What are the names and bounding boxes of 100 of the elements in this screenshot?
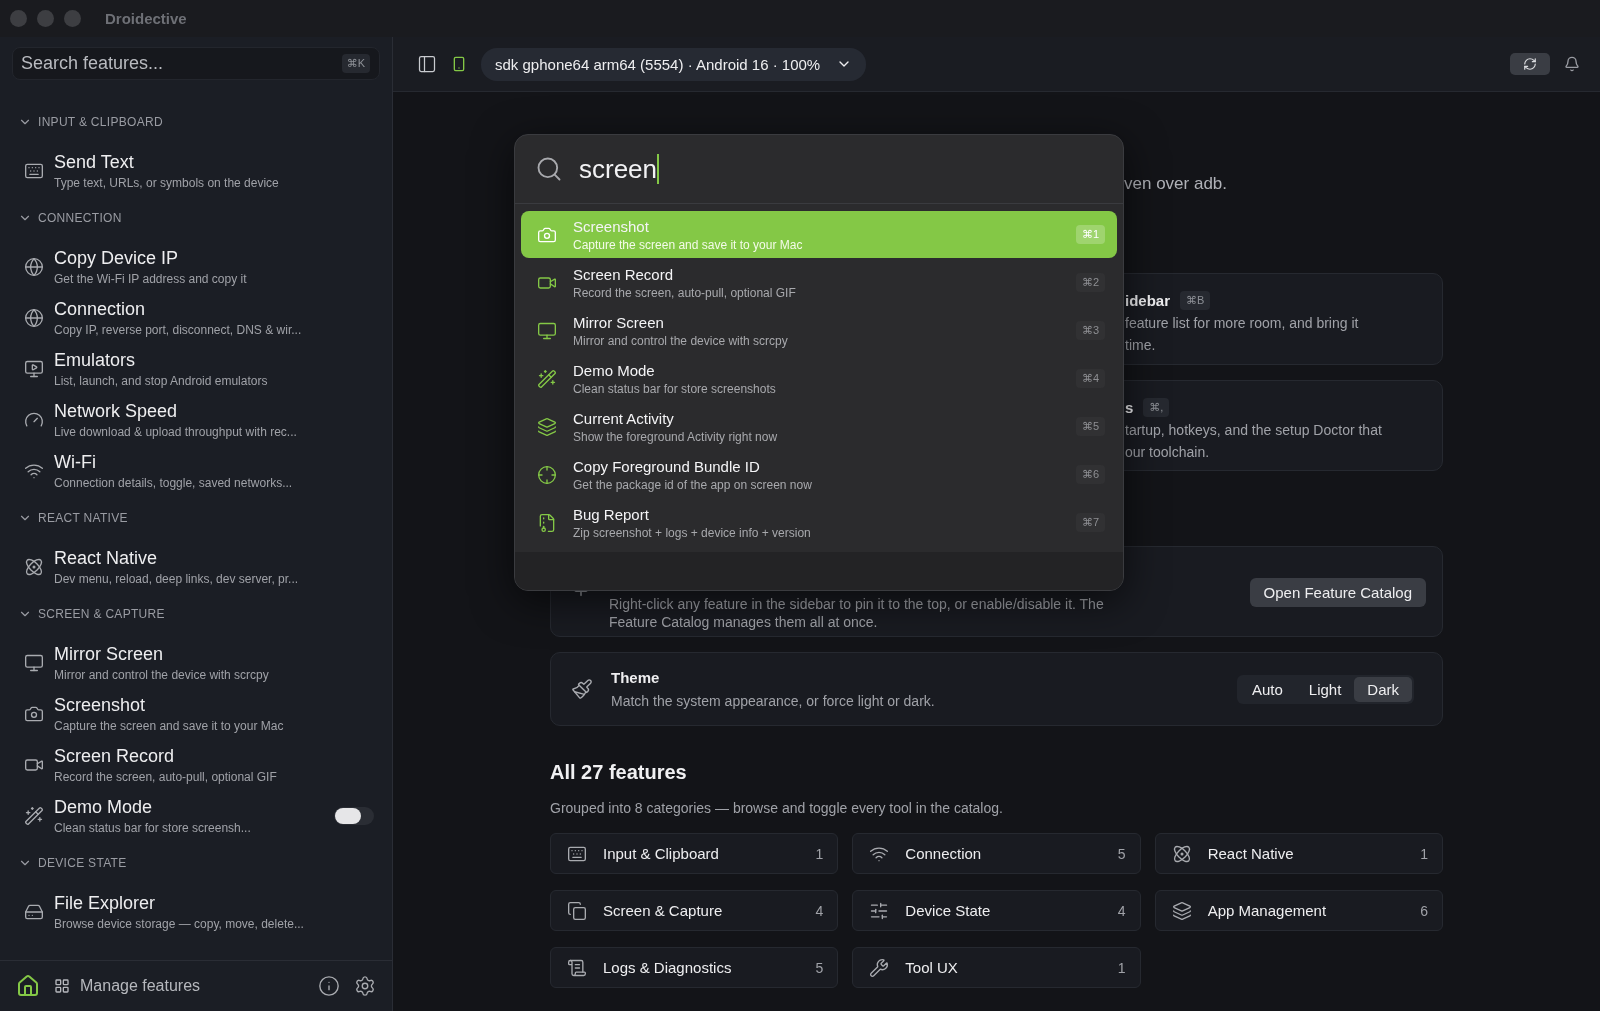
category-card[interactable]: Logs & Diagnostics 5 xyxy=(550,947,839,988)
result-title: Screen Record xyxy=(573,265,675,284)
sidebar-item[interactable]: Copy Device IP Get the Wi-Fi IP address and copy it xyxy=(0,241,392,292)
layers-icon xyxy=(537,416,557,437)
item-description: Browse device storage — copy, move, delete... xyxy=(54,915,305,932)
keyboard-shortcut: ⌘7 xyxy=(1075,513,1105,532)
section-title: DEVICE STATE xyxy=(38,856,127,870)
magic-wand-icon xyxy=(537,368,557,389)
result-title: Bug Report xyxy=(573,505,650,524)
palette-result[interactable]: Copy Foreground Bundle ID Get the package id of the app on screen now ⌘6 xyxy=(521,451,1117,498)
magic-wand-icon xyxy=(24,805,44,826)
category-name: Input & Clipboard xyxy=(603,845,720,862)
palette-result[interactable]: Bug Report Zip screenshot + logs + device info + version ⌘7 xyxy=(521,499,1117,546)
item-title: Demo Mode xyxy=(54,795,154,818)
item-description: Dev menu, reload, deep links, dev server, pr... xyxy=(54,570,300,587)
category-card[interactable]: Tool UX 1 xyxy=(852,947,1141,988)
section-header[interactable]: DEVICE STATE xyxy=(0,851,392,875)
category-card[interactable]: App Management 6 xyxy=(1154,890,1443,931)
card-text: Feature Catalog manages them all at once. xyxy=(609,613,879,631)
monitor-icon xyxy=(537,320,557,341)
keyboard-shortcut: ⌘4 xyxy=(1075,369,1105,388)
item-title: Mirror Screen xyxy=(54,642,165,665)
category-name: Connection xyxy=(905,845,983,862)
sidebar-item[interactable]: Network Speed Live download & upload throughput with rec... xyxy=(0,394,392,445)
tip-title: s xyxy=(1125,398,1134,416)
category-count: 6 xyxy=(1420,902,1428,919)
section-header[interactable]: CONNECTION xyxy=(0,206,392,230)
sidebar-item[interactable]: Screen Record Record the screen, auto-pull, optional GIF xyxy=(0,739,392,790)
globe-icon xyxy=(24,256,44,277)
item-title: React Native xyxy=(54,546,159,569)
sidebar-item[interactable]: Send Text Type text, URLs, or symbols on the device xyxy=(0,145,392,196)
home-icon[interactable] xyxy=(16,974,40,998)
section-header[interactable]: SCREEN & CAPTURE xyxy=(0,602,392,626)
settings-icon[interactable] xyxy=(354,975,376,997)
sidebar-toggle-icon[interactable] xyxy=(417,54,437,74)
atom-icon xyxy=(1171,843,1192,864)
section-title: REACT NATIVE xyxy=(38,511,128,525)
item-title: Emulators xyxy=(54,348,137,371)
refresh-button[interactable] xyxy=(1510,53,1550,75)
sidebar-item[interactable]: React Native Dev menu, reload, deep links, dev server, pr... xyxy=(0,541,392,592)
keyboard-shortcut: ⌘K xyxy=(341,54,370,73)
item-title: Network Speed xyxy=(54,399,179,422)
sidebar-item[interactable]: Connection Copy IP, reverse port, disconnect, DNS & wir... xyxy=(0,292,392,343)
category-count: 4 xyxy=(1117,902,1126,919)
result-description: Capture the screen and save it to your Mac xyxy=(573,237,804,252)
category-card[interactable]: Input & Clipboard 1 xyxy=(550,833,839,874)
section-header[interactable]: REACT NATIVE xyxy=(0,506,392,530)
sidebar-item[interactable]: Demo Mode Clean status bar for store screensh... xyxy=(0,790,392,841)
keyboard-shortcut: ⌘1 xyxy=(1075,225,1105,244)
category-count: 1 xyxy=(1117,959,1126,976)
palette-result[interactable]: Demo Mode Clean status bar for store screenshots ⌘4 xyxy=(521,355,1117,402)
sliders-icon xyxy=(869,900,890,921)
manage-features-link[interactable]: Manage features xyxy=(54,977,304,995)
result-title: Demo Mode xyxy=(573,361,656,380)
result-description: Clean status bar for store screenshots xyxy=(573,381,777,396)
theme-option[interactable]: Auto xyxy=(1238,676,1296,702)
keyboard-shortcut: ⌘, xyxy=(1143,397,1170,417)
sidebar-item[interactable]: File Explorer Browse device storage — copy, move, delete... xyxy=(0,886,392,937)
device-selector[interactable]: sdk gphone64 arm64 (5554) · Android 16 · 100% xyxy=(481,47,867,81)
info-icon[interactable] xyxy=(318,975,340,997)
scroll-icon xyxy=(567,957,587,978)
category-card[interactable]: Screen & Capture 4 xyxy=(550,890,839,931)
bell-icon[interactable] xyxy=(1564,56,1580,72)
category-name: App Management xyxy=(1207,902,1328,919)
sidebar-item[interactable]: Screenshot Capture the screen and save it to your Mac xyxy=(0,688,392,739)
theme-option[interactable]: Dark xyxy=(1354,676,1412,702)
palette-result[interactable]: Screen Record Record the screen, auto-pull, optional GIF ⌘2 xyxy=(521,259,1117,306)
palette-result[interactable]: Mirror Screen Mirror and control the device with scrcpy ⌘3 xyxy=(521,307,1117,354)
theme-option[interactable]: Light xyxy=(1295,676,1355,702)
layers-icon xyxy=(1171,900,1192,921)
text-cursor xyxy=(657,154,660,184)
toggle-switch[interactable] xyxy=(334,806,374,825)
section-title: INPUT & CLIPBOARD xyxy=(38,115,163,129)
result-description: Get the package id of the app on screen now xyxy=(573,477,813,492)
sidebar-item[interactable]: Mirror Screen Mirror and control the device with scrcpy xyxy=(0,637,392,688)
tip-text: time. xyxy=(1125,336,1157,354)
category-count: 5 xyxy=(815,959,824,976)
category-card[interactable]: Device State 4 xyxy=(852,890,1141,931)
refresh-icon xyxy=(1523,57,1537,71)
item-description: Type text, URLs, or symbols on the device xyxy=(54,174,280,191)
section-header[interactable]: INPUT & CLIPBOARD xyxy=(0,110,392,134)
category-name: React Native xyxy=(1207,845,1295,862)
card-text: Match the system appearance, or force light or dark. xyxy=(611,691,936,710)
item-description: Clean status bar for store screensh... xyxy=(54,819,252,836)
item-description: Get the Wi-Fi IP address and copy it xyxy=(54,270,248,287)
category-card[interactable]: React Native 1 xyxy=(1154,833,1443,874)
open-catalog-button[interactable]: Open Feature Catalog xyxy=(1249,578,1426,607)
category-card[interactable]: Connection 5 xyxy=(852,833,1141,874)
sidebar-item[interactable]: Wi-Fi Connection details, toggle, saved networks... xyxy=(0,445,392,496)
item-title: Wi-Fi xyxy=(54,450,97,473)
sidebar-item[interactable]: Emulators List, launch, and stop Android emulators xyxy=(0,343,392,394)
item-description: Copy IP, reverse port, disconnect, DNS & wir... xyxy=(54,321,303,338)
item-description: List, launch, and stop Android emulators xyxy=(54,372,269,389)
section-heading: All 27 features xyxy=(550,760,688,785)
tip-text: feature list for more room, and bring it xyxy=(1125,314,1360,332)
tip-title: idebar xyxy=(1125,291,1170,309)
palette-search-field[interactable]: screen xyxy=(515,135,1123,204)
keyboard-shortcut: ⌘3 xyxy=(1075,321,1105,340)
tools-icon xyxy=(869,957,890,978)
palette-result[interactable]: Current Activity Show the foreground Activity right now ⌘5 xyxy=(521,403,1117,450)
